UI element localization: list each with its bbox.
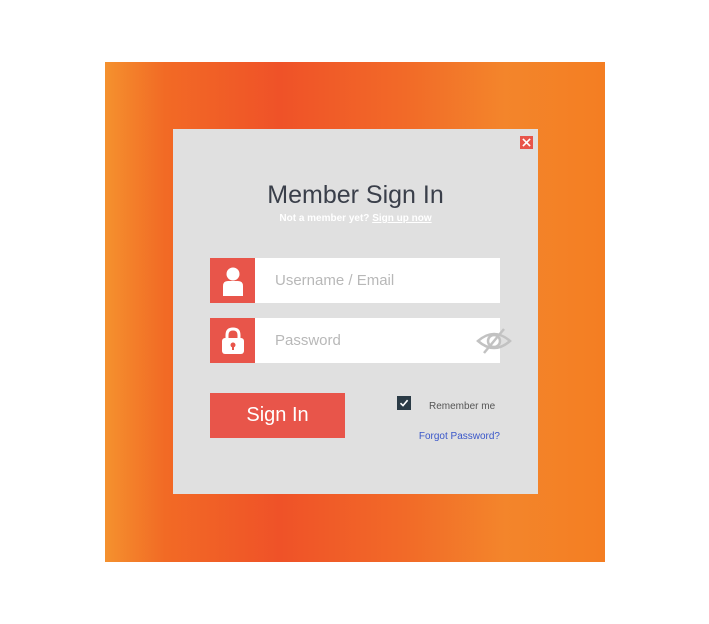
sign-in-button[interactable]: Sign In [210,393,345,438]
username-icon-box [210,258,255,303]
show-password-toggle[interactable] [476,326,512,356]
checkmark-icon [399,399,409,407]
remember-me-checkbox[interactable] [397,395,411,410]
signup-prompt: Not a member yet? Sign up now [173,213,538,224]
signup-link[interactable]: Sign up now [372,213,431,224]
signup-prompt-text: Not a member yet? [279,213,370,224]
remember-me: Remember me [397,393,495,412]
eye-slash-icon [476,327,512,354]
close-button[interactable] [520,136,533,149]
lock-icon [221,326,244,354]
password-field [210,318,512,363]
password-icon-box [210,318,255,363]
remember-me-label: Remember me [429,401,496,412]
user-icon [222,267,243,296]
close-icon [522,138,531,147]
password-input[interactable] [255,318,476,363]
username-input[interactable] [255,258,500,303]
sign-in-modal: Member Sign In Not a member yet? Sign up… [173,129,538,494]
forgot-password-link[interactable]: Forgot Password? [419,431,500,442]
username-field [210,258,500,303]
page-title: Member Sign In [267,181,444,209]
